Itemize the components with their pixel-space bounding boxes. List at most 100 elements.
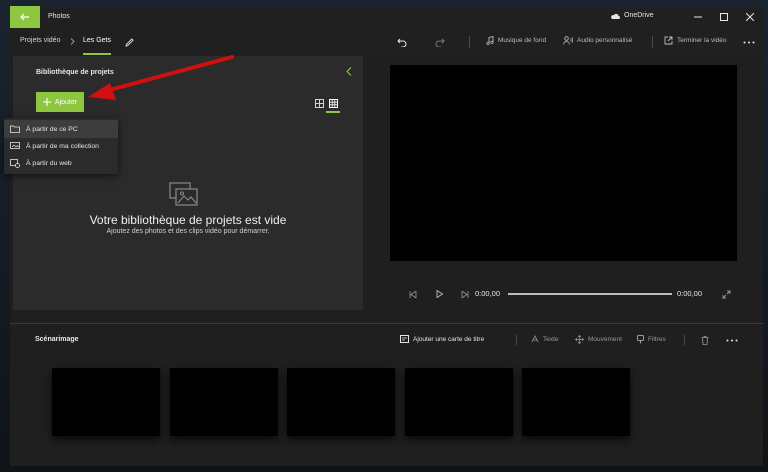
- export-icon: [664, 36, 673, 45]
- add-title-card-button[interactable]: Ajouter une carte de titre: [400, 335, 484, 343]
- motion-label: Mouvement: [588, 336, 622, 343]
- next-frame-button[interactable]: [460, 289, 470, 299]
- toolbar-divider: [516, 335, 517, 345]
- filters-label: Filtres: [648, 336, 666, 343]
- storyboard-divider: [10, 323, 763, 324]
- storyboard-title: Scénarimage: [35, 336, 79, 343]
- skip-back-icon: [409, 290, 417, 298]
- background-music-button[interactable]: Musique de fond: [486, 36, 546, 45]
- storyboard-slot[interactable]: [522, 368, 630, 436]
- library-title: Bibliothèque de projets: [36, 69, 114, 76]
- storyboard-more-button[interactable]: [725, 335, 739, 345]
- grid-icon: [328, 98, 338, 108]
- skip-forward-icon: [461, 290, 469, 298]
- storyboard-slot[interactable]: [405, 368, 513, 436]
- fullscreen-button[interactable]: [720, 288, 732, 300]
- person-audio-icon: [563, 36, 573, 45]
- empty-library-subtitle: Ajoutez des photos et des clips vidéo po…: [106, 228, 270, 235]
- finish-video-label: Terminer la vidéo: [677, 37, 727, 44]
- background-music-label: Musique de fond: [498, 37, 547, 44]
- trash-icon: [701, 335, 709, 345]
- text-label: Texte: [543, 335, 559, 343]
- small-grid-view-button[interactable]: [326, 96, 340, 110]
- storyboard-slot[interactable]: [287, 368, 395, 436]
- back-button[interactable]: [10, 6, 40, 28]
- undo-button[interactable]: [396, 36, 408, 48]
- onedrive-label: OneDrive: [624, 12, 654, 19]
- toolbar-divider: [652, 36, 653, 48]
- filter-icon: [637, 335, 644, 344]
- motion-icon: [575, 335, 584, 344]
- add-dropdown-menu: À partir de ce PC À partir de ma collect…: [4, 118, 118, 174]
- custom-audio-button[interactable]: Audio personnalisé: [563, 36, 632, 45]
- title-bar: Photos OneDrive: [10, 6, 763, 28]
- folder-icon: [10, 125, 20, 133]
- menu-item-label: À partir du web: [26, 159, 72, 167]
- storyboard-slot[interactable]: [170, 368, 278, 436]
- more-icon: [726, 339, 738, 341]
- video-preview[interactable]: [390, 65, 737, 261]
- collapse-library-button[interactable]: [346, 67, 352, 78]
- grid-icon: [314, 98, 324, 108]
- toolbar-divider: [684, 335, 685, 345]
- photos-app-window: Photos OneDrive Projets vidéo Les Gets M…: [10, 6, 763, 466]
- filters-button[interactable]: Filtres: [637, 335, 666, 344]
- toolbar-divider: [469, 36, 470, 48]
- add-title-card-label: Ajouter une carte de titre: [413, 335, 485, 343]
- current-time: 0:00,00: [475, 289, 501, 298]
- total-time: 0:00,00: [677, 289, 703, 298]
- breadcrumb-current: Les Gets: [83, 37, 112, 44]
- onedrive-status[interactable]: OneDrive: [610, 12, 654, 19]
- minimize-button[interactable]: [685, 6, 711, 28]
- music-note-icon: [486, 36, 494, 45]
- timeline-slider[interactable]: [508, 293, 672, 295]
- redo-button[interactable]: [434, 36, 446, 48]
- storyboard-slot[interactable]: [52, 368, 160, 436]
- play-button[interactable]: [434, 289, 444, 299]
- playback-controls: 0:00,00 0:00,00: [390, 286, 740, 302]
- menu-item-from-pc[interactable]: À partir de ce PC: [4, 120, 118, 138]
- chevron-left-icon: [346, 67, 352, 76]
- minimize-icon: [694, 16, 702, 18]
- arrow-left-icon: [20, 13, 29, 21]
- images-icon: [169, 182, 198, 206]
- web-image-icon: [10, 158, 20, 168]
- more-options-button[interactable]: [742, 37, 756, 47]
- text-icon: [531, 335, 539, 343]
- cloud-icon: [611, 13, 620, 19]
- expand-icon: [722, 290, 730, 298]
- add-button[interactable]: Ajouter: [36, 92, 84, 112]
- menu-item-from-collection[interactable]: À partir de ma collection: [4, 137, 118, 155]
- menu-item-label: À partir de ma collection: [26, 142, 99, 150]
- breadcrumb-parent[interactable]: Projets vidéo: [20, 37, 60, 44]
- project-library-panel: Bibliothèque de projets Ajouter Votre bi…: [13, 56, 363, 310]
- delete-button[interactable]: [699, 334, 711, 346]
- rename-button[interactable]: [123, 36, 135, 48]
- undo-icon: [397, 38, 407, 47]
- maximize-icon: [720, 13, 728, 21]
- empty-library-title: Votre bibliothèque de projets est vide: [89, 213, 287, 227]
- add-button-label: Ajouter: [54, 98, 78, 106]
- menu-item-label: À partir de ce PC: [26, 125, 78, 133]
- motion-button[interactable]: Mouvement: [575, 335, 622, 344]
- text-button[interactable]: Texte: [531, 335, 559, 343]
- menu-item-from-web[interactable]: À partir du web: [4, 154, 118, 172]
- redo-icon: [435, 38, 445, 47]
- breadcrumb-underline: [83, 53, 111, 55]
- close-button[interactable]: [737, 6, 763, 28]
- collection-icon: [10, 142, 20, 149]
- command-bar: Projets vidéo Les Gets Musique de fond A…: [10, 28, 763, 56]
- view-selected-indicator: [326, 111, 340, 113]
- close-icon: [746, 13, 754, 21]
- plus-icon: [42, 98, 51, 106]
- finish-video-button[interactable]: Terminer la vidéo: [664, 36, 727, 45]
- chevron-right-icon: [70, 38, 75, 45]
- previous-frame-button[interactable]: [408, 289, 418, 299]
- app-title: Photos: [48, 13, 70, 20]
- more-icon: [743, 41, 755, 43]
- custom-audio-label: Audio personnalisé: [577, 37, 633, 44]
- maximize-button[interactable]: [711, 6, 737, 28]
- pencil-icon: [124, 37, 134, 47]
- large-grid-view-button[interactable]: [312, 96, 326, 110]
- play-icon: [436, 290, 443, 298]
